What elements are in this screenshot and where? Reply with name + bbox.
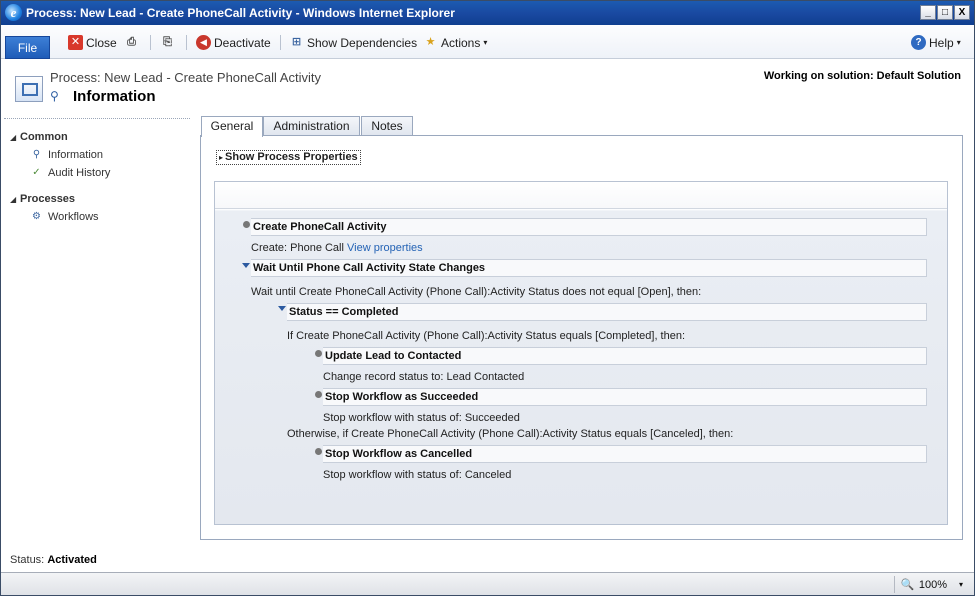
actions-menu-button[interactable]: ★ Actions ▾ bbox=[423, 34, 488, 51]
step-bullet-icon bbox=[315, 350, 322, 357]
collapse-triangle-icon: ◢ bbox=[10, 133, 17, 142]
browser-status-bar: 🔍 100% ▾ bbox=[1, 572, 974, 595]
ribbon-divider bbox=[150, 35, 151, 50]
process-entity-icon bbox=[15, 76, 43, 102]
deactivate-icon: ◀ bbox=[196, 35, 211, 50]
tab-administration[interactable]: Administration bbox=[263, 116, 360, 136]
step-description: If Create PhoneCall Activity (Phone Call… bbox=[287, 330, 686, 342]
help-label: Help bbox=[929, 35, 954, 50]
collapse-caret-icon[interactable] bbox=[278, 306, 286, 311]
printer-icon: ⎙ bbox=[127, 36, 136, 48]
step-description: Wait until Create PhoneCall Activity (Ph… bbox=[251, 286, 702, 298]
step-condition-status-completed[interactable]: Status == Completed bbox=[287, 303, 927, 321]
title-bar: e Process: New Lead - Create PhoneCall A… bbox=[1, 1, 974, 25]
nav-group-processes[interactable]: ◢ Processes bbox=[10, 193, 75, 205]
step-description: Create: Phone Call View properties bbox=[251, 242, 423, 254]
step-wait-until[interactable]: Wait Until Phone Call Activity State Cha… bbox=[251, 259, 927, 277]
maximize-button[interactable]: □ bbox=[937, 5, 953, 20]
step-bullet-icon bbox=[315, 448, 322, 455]
window-title: Process: New Lead - Create PhoneCall Act… bbox=[26, 6, 455, 20]
nav-item-audit-history[interactable]: ✓ Audit History bbox=[30, 166, 110, 179]
show-process-properties-toggle[interactable]: ▸ Show Process Properties bbox=[216, 150, 361, 165]
nav-group-common[interactable]: ◢ Common bbox=[10, 131, 68, 143]
tab-general[interactable]: General bbox=[201, 116, 263, 137]
ribbon: File ✕ Close ⎙ ⎘ ◀ Deactivate ⊞ Show Dep… bbox=[1, 25, 974, 59]
record-status: Status: Activated bbox=[10, 554, 97, 566]
nav-item-workflows[interactable]: ⚙ Workflows bbox=[30, 210, 99, 223]
nav-item-label: Workflows bbox=[48, 210, 99, 223]
step-description: Otherwise, if Create PhoneCall Activity … bbox=[287, 428, 734, 440]
nav-group-label: Common bbox=[20, 131, 68, 143]
step-stop-succeeded[interactable]: Stop Workflow as Succeeded bbox=[323, 388, 927, 406]
show-dependencies-button[interactable]: ⊞ Show Dependencies bbox=[289, 34, 417, 51]
nav-divider bbox=[4, 118, 190, 119]
deactivate-label: Deactivate bbox=[214, 35, 271, 50]
zoom-control[interactable]: 🔍 100% ▾ bbox=[893, 576, 963, 593]
expand-triangle-icon: ▸ bbox=[219, 153, 224, 162]
ribbon-divider bbox=[186, 35, 187, 50]
view-properties-link[interactable]: View properties bbox=[347, 242, 423, 254]
step-bullet-icon bbox=[243, 221, 250, 228]
collapse-triangle-icon: ◢ bbox=[10, 195, 17, 204]
help-icon: ? bbox=[911, 35, 926, 50]
record-title: Process: New Lead - Create PhoneCall Act… bbox=[50, 70, 321, 85]
zoom-icon: 🔍 bbox=[900, 578, 915, 591]
collapse-caret-icon[interactable] bbox=[242, 263, 250, 268]
browser-window: e Process: New Lead - Create PhoneCall A… bbox=[0, 0, 975, 596]
file-button[interactable]: File bbox=[5, 36, 50, 59]
step-description: Stop workflow with status of: Canceled bbox=[323, 469, 512, 481]
designer-toolbar-area bbox=[215, 182, 947, 209]
attach-button[interactable]: ⎘ bbox=[160, 34, 175, 51]
minimize-button[interactable]: _ bbox=[920, 5, 936, 20]
paperclip-icon: ⎘ bbox=[163, 36, 172, 48]
show-dependencies-label: Show Dependencies bbox=[307, 35, 418, 50]
close-window-button[interactable]: X bbox=[954, 5, 970, 20]
workflows-icon: ⚙ bbox=[32, 211, 41, 222]
chevron-down-icon: ▾ bbox=[956, 38, 961, 47]
nav-item-label: Audit History bbox=[48, 166, 111, 179]
nav-item-information[interactable]: ⚲ Information bbox=[30, 148, 103, 161]
step-description: Change record status to: Lead Contacted bbox=[323, 371, 525, 383]
step-description: Stop workflow with status of: Succeeded bbox=[323, 412, 520, 424]
form-icon: ⚲ bbox=[32, 149, 41, 160]
internet-explorer-icon: e bbox=[5, 4, 22, 21]
ribbon-divider bbox=[280, 35, 281, 50]
step-stop-cancelled[interactable]: Stop Workflow as Cancelled bbox=[323, 445, 927, 463]
zoom-level: 100% bbox=[918, 578, 947, 591]
step-bullet-icon bbox=[315, 391, 322, 398]
nav-item-label: Information bbox=[48, 148, 104, 161]
step-create-phonecall-activity[interactable]: Create PhoneCall Activity bbox=[251, 218, 927, 236]
chevron-down-icon: ▾ bbox=[483, 38, 488, 47]
actions-icon: ★ bbox=[425, 36, 436, 48]
actions-label: Actions bbox=[441, 35, 481, 50]
deactivate-button[interactable]: ◀ Deactivate bbox=[196, 34, 271, 51]
show-process-properties-label: Show Process Properties bbox=[225, 151, 358, 163]
step-description-text: Create: Phone Call bbox=[251, 242, 344, 254]
audit-history-icon: ✓ bbox=[32, 167, 41, 178]
form-selector-icon[interactable]: ⚲ bbox=[50, 89, 64, 103]
form-name[interactable]: Information bbox=[73, 88, 156, 105]
nav-group-label: Processes bbox=[20, 193, 76, 205]
print-button[interactable]: ⎙ bbox=[124, 34, 139, 51]
chevron-down-icon: ▾ bbox=[958, 580, 963, 589]
help-menu-button[interactable]: ? Help ▾ bbox=[911, 34, 961, 51]
close-button[interactable]: ✕ Close bbox=[68, 34, 117, 51]
tab-notes[interactable]: Notes bbox=[361, 116, 413, 136]
close-label: Close bbox=[86, 35, 117, 50]
record-status-value: Activated bbox=[47, 554, 97, 566]
dependencies-icon: ⊞ bbox=[291, 36, 302, 48]
record-status-label: Status: bbox=[10, 554, 45, 566]
close-icon: ✕ bbox=[68, 35, 83, 50]
solution-label: Working on solution: Default Solution bbox=[763, 70, 961, 82]
step-update-lead[interactable]: Update Lead to Contacted bbox=[323, 347, 927, 365]
